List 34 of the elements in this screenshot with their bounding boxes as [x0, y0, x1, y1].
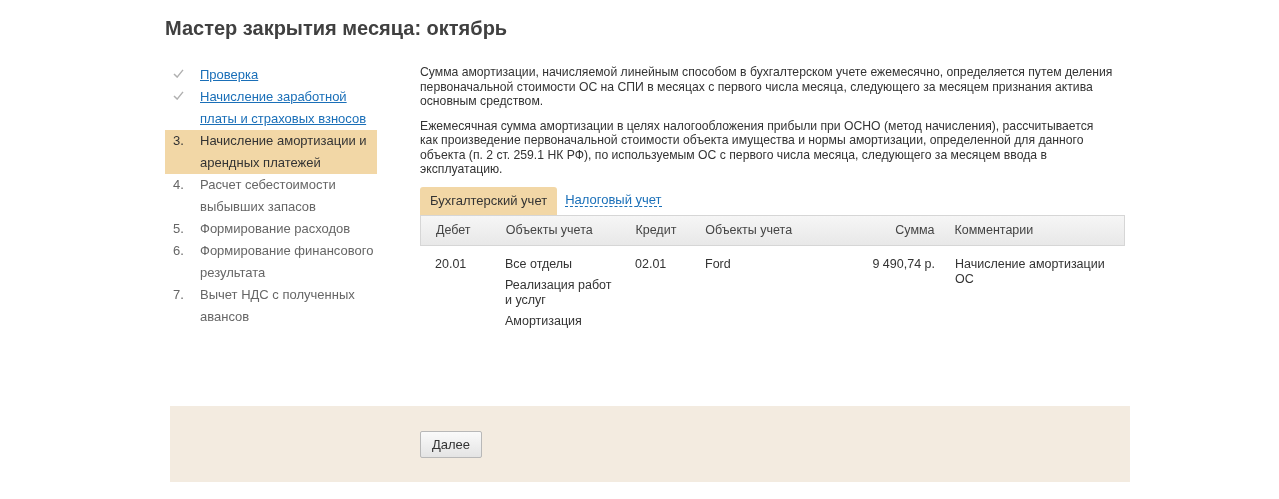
column-header: Объекты учета: [504, 223, 594, 237]
step-link[interactable]: Начисление заработной платы и страховых взносов: [200, 86, 377, 130]
tab[interactable]: Налоговый учет: [565, 186, 662, 207]
page-title: Мастер закрытия месяца: октябрь: [165, 16, 509, 41]
step-label[interactable]: Формирование финансового результата: [200, 240, 377, 284]
step-number: 6.: [173, 242, 184, 260]
tab[interactable]: Бухгалтерский учет: [420, 186, 558, 215]
step-number: 5.: [173, 220, 184, 238]
step-number: 4.: [173, 176, 184, 194]
table-cell-text: Ford: [705, 256, 732, 272]
table-cell-text: Все отделы: [505, 256, 574, 272]
step-label[interactable]: Расчет себестоимости выбывших запасов: [200, 174, 377, 218]
column-header: Объекты учета: [704, 223, 794, 237]
column-header: Дебет: [435, 223, 472, 237]
table-cell-text: Амортизация: [505, 313, 583, 329]
column-header: Комментарии: [953, 223, 1035, 237]
step-number: 7.: [173, 286, 184, 304]
description-text: Сумма амортизации, начисляемой линейным способом в бухгалтерском учете ежемесячно, определяется путем деления первоначальной стоимости ОС на СПИ в месяцах с первого числа месяца, следующего за месяцем признания актива основным средством.: [420, 65, 1114, 109]
table-cell-text: 02.01: [634, 256, 668, 273]
table-cell-text: Реализация работ и услуг: [505, 277, 613, 308]
description-text: Ежемесячная сумма амортизации в целях налогообложения прибыли при ОСНО (метод начисления), рассчитывается как произведение первоначальной стоимости объекта имущества и нормы амортизации, определенной для данного объекта (п. 2 ст. 259.1 НК РФ), по используемым ОС с первого числа месяца, следующего за месяцем ввода в эксплуатацию.: [420, 118, 1095, 177]
table-cell-text: 9 490,74 р.: [871, 256, 935, 273]
check-icon: [173, 91, 184, 100]
step-label[interactable]: Формирование расходов: [200, 218, 351, 240]
check-icon: [173, 69, 184, 78]
step-label[interactable]: Начисление амортизации и арендных платежей: [200, 130, 377, 174]
step-label[interactable]: Вычет НДС с полученных авансов: [200, 284, 377, 328]
column-header: Сумма: [894, 223, 935, 237]
table-cell-text: Начисление амортизации ОС: [954, 256, 1106, 288]
step-number: 3.: [173, 132, 184, 150]
step-link[interactable]: Проверка: [200, 64, 259, 86]
next-button[interactable]: Далее: [420, 431, 483, 458]
column-header: Кредит: [634, 223, 678, 237]
table-cell-text: 20.01: [434, 256, 468, 273]
